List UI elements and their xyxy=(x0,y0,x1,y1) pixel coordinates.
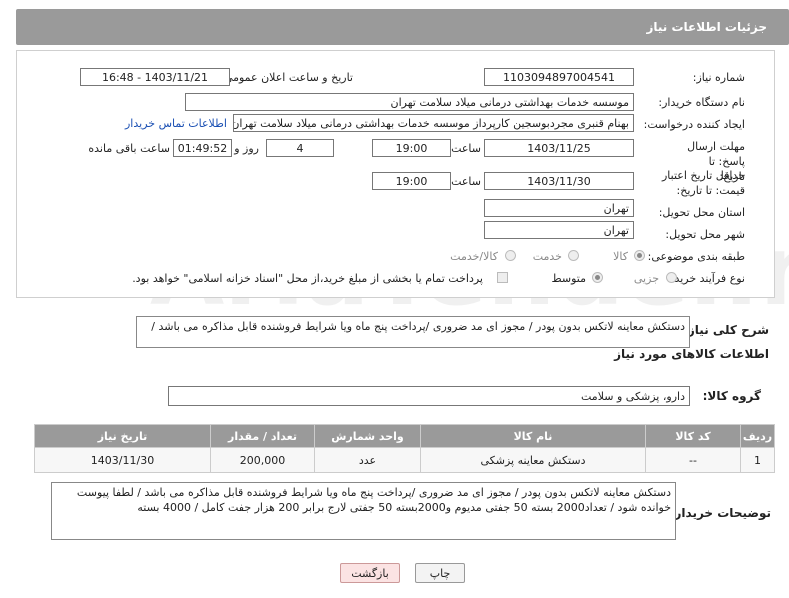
cell-row: 1 xyxy=(740,447,775,473)
city-label: شهر محل تحویل: xyxy=(665,228,745,241)
page-header: جزئیات اطلاعات نیاز xyxy=(16,9,789,45)
col-date-header: تاریخ نیاز xyxy=(34,424,211,448)
need-number-field: 1103094897004541 xyxy=(484,68,634,86)
items-table: ردیف کد کالا نام کالا واحد شمارش تعداد /… xyxy=(34,424,775,473)
remaining-time-label: ساعت باقی مانده xyxy=(88,142,170,155)
print-button[interactable]: چاپ xyxy=(415,563,465,583)
goods-info-title: اطلاعات کالاهای مورد نیاز xyxy=(614,347,769,361)
requester-field: بهنام قنبری مجردبوسجین کارپرداز موسسه خد… xyxy=(233,114,634,132)
buyer-org-label: نام دستگاه خریدار: xyxy=(658,96,745,109)
category-option-goods-service: کالا/خدمت xyxy=(450,250,498,263)
price-validity-time-label: ساعت xyxy=(451,175,481,188)
price-validity-time-field: 19:00 xyxy=(372,172,451,190)
table-row[interactable]: 1 -- دستکش معاینه پزشکی عدد 200,000 1403… xyxy=(34,447,775,473)
requester-label: ایجاد کننده درخواست: xyxy=(643,118,745,131)
process-option-medium: متوسط xyxy=(551,272,586,285)
col-name-header: نام کالا xyxy=(420,424,646,448)
province-field: تهران xyxy=(484,199,634,217)
back-button[interactable]: بازگشت xyxy=(340,563,400,583)
price-validity-date-field: 1403/11/30 xyxy=(484,172,634,190)
category-radio-goods[interactable] xyxy=(634,250,645,261)
cell-code: -- xyxy=(645,447,741,473)
province-label: استان محل تحویل: xyxy=(658,206,745,219)
items-table-header: ردیف کد کالا نام کالا واحد شمارش تعداد /… xyxy=(34,424,775,448)
process-radio-medium[interactable] xyxy=(592,272,603,283)
col-row-header: ردیف xyxy=(740,424,775,448)
process-radio-minor[interactable] xyxy=(666,272,677,283)
cell-name: دستکش معاینه پزشکی xyxy=(420,447,646,473)
cell-unit: عدد xyxy=(314,447,421,473)
cell-date: 1403/11/30 xyxy=(34,447,211,473)
deadline-time-field: 19:00 xyxy=(372,139,451,157)
treasury-payment-checkbox[interactable] xyxy=(497,272,508,283)
need-number-label: شماره نیاز: xyxy=(692,71,745,84)
deadline-time-label: ساعت xyxy=(451,142,481,155)
remaining-days-field: 4 xyxy=(266,139,334,157)
process-option-minor: جزیی xyxy=(633,272,659,285)
category-radio-service[interactable] xyxy=(568,250,579,261)
col-code-header: کد کالا xyxy=(645,424,741,448)
remaining-time-field: 01:49:52 xyxy=(173,139,232,157)
category-radio-goods-service[interactable] xyxy=(505,250,516,261)
category-option-service: خدمت xyxy=(532,250,562,263)
buyer-notes-label: توضیحات خریدار: xyxy=(669,506,771,520)
treasury-payment-note: پرداخت تمام یا بخشی از مبلغ خرید،از محل … xyxy=(132,272,483,285)
buyer-notes-textarea[interactable]: دستکش معاینه لاتکس بدون پودر / مجوز ای م… xyxy=(51,482,676,540)
cell-qty: 200,000 xyxy=(210,447,315,473)
category-option-goods: کالا xyxy=(613,250,628,263)
goods-group-field: دارو، پزشکی و سلامت xyxy=(168,386,690,406)
goods-group-label: گروه کالا: xyxy=(702,389,761,403)
buyer-org-field: موسسه خدمات بهداشتی درمانی میلاد سلامت ت… xyxy=(185,93,634,111)
buyer-contact-link[interactable]: اطلاعات تماس خریدار xyxy=(125,117,227,130)
category-label: طبقه بندی موضوعی: xyxy=(647,250,745,263)
price-validity-label: حداقل تاریخ اعتبار قیمت: تا تاریخ: xyxy=(661,169,745,197)
col-unit-header: واحد شمارش xyxy=(314,424,421,448)
col-qty-header: تعداد / مقدار xyxy=(210,424,315,448)
process-label: نوع فرآیند خرید : xyxy=(667,272,745,285)
deadline-date-field: 1403/11/25 xyxy=(484,139,634,157)
description-label: شرح کلی نیاز: xyxy=(683,323,769,337)
announce-datetime-label: تاریخ و ساعت اعلان عمومی: xyxy=(220,71,353,84)
city-field: تهران xyxy=(484,221,634,239)
page-title: جزئیات اطلاعات نیاز xyxy=(646,20,767,34)
description-textarea[interactable]: دستکش معاینه لاتکس بدون پودر / مجوز ای م… xyxy=(136,316,690,348)
days-label: روز و xyxy=(234,142,259,155)
announce-datetime-field: 1403/11/21 - 16:48 xyxy=(80,68,230,86)
